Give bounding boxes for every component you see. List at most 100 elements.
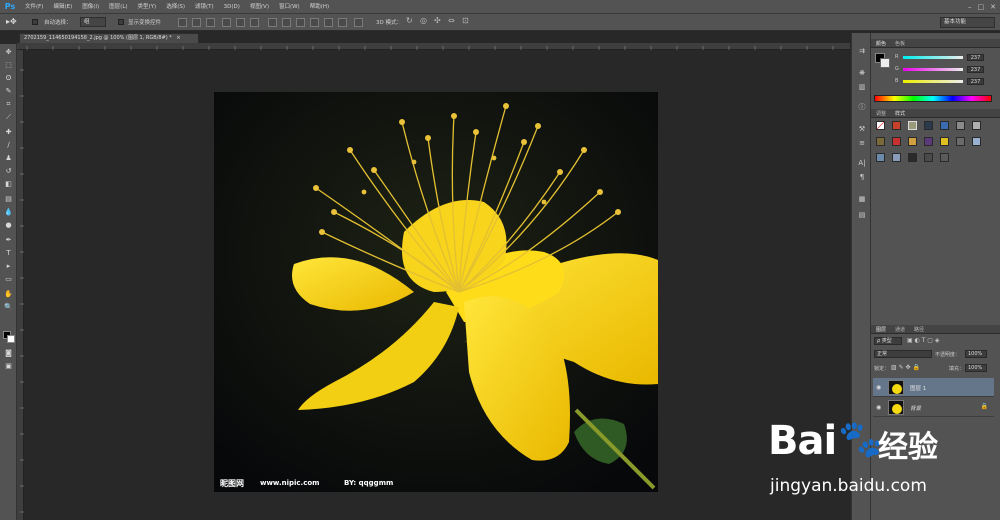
close-window-icon[interactable]: ✕ (990, 3, 996, 11)
style-swatch[interactable] (972, 137, 981, 146)
style-swatch[interactable] (972, 121, 981, 130)
style-swatch[interactable] (924, 121, 933, 130)
style-swatch[interactable] (876, 153, 885, 162)
fill-field[interactable]: 100% (965, 364, 987, 372)
distribute-vcenter-icon[interactable] (282, 18, 291, 27)
style-swatch[interactable] (956, 121, 965, 130)
history-panel-icon[interactable]: ⇉ (857, 47, 867, 56)
notes-panel-icon[interactable]: ▤ (857, 211, 867, 220)
character-panel-icon[interactable]: A| (857, 159, 867, 168)
align-vcenter-icon[interactable] (192, 18, 201, 27)
visibility-eye-icon[interactable]: ◉ (876, 384, 881, 391)
style-swatch[interactable] (956, 137, 965, 146)
distribute-right-icon[interactable] (338, 18, 347, 27)
minimize-icon[interactable]: – (968, 3, 972, 11)
histogram-panel-icon[interactable]: ▥ (857, 83, 867, 92)
align-left-icon[interactable] (222, 18, 231, 27)
eyedropper-tool-icon[interactable]: ⟋ (3, 113, 14, 122)
crop-tool-icon[interactable]: ⌗ (3, 100, 14, 109)
brush-tool-icon[interactable]: ∕ (3, 141, 14, 150)
3d-scale-icon[interactable]: ⊡ (462, 16, 469, 25)
show-transform-checkbox[interactable] (118, 19, 124, 25)
3d-rotate-icon[interactable]: ↻ (406, 16, 413, 25)
tab-color[interactable]: 颜色 (876, 40, 886, 47)
info-panel-icon[interactable]: ⓘ (857, 103, 867, 112)
layer-name[interactable]: 图层 1 (910, 384, 926, 392)
menu-filter[interactable]: 滤镜(T) (190, 0, 219, 14)
layer-comps-icon[interactable]: ▦ (857, 195, 867, 204)
background-color-swatch[interactable] (7, 335, 15, 343)
visibility-eye-icon[interactable]: ◉ (876, 404, 881, 411)
marquee-tool-icon[interactable]: ⬚ (3, 61, 14, 70)
menu-help[interactable]: 帮助(H) (305, 0, 334, 14)
filter-pixel-icon[interactable]: ▣ ◐ T ▢ ◈ (907, 337, 939, 344)
gradient-tool-icon[interactable]: ▤ (3, 195, 14, 204)
lock-options-icon[interactable]: ▨ ✎ ✥ 🔒 (891, 364, 920, 371)
properties-panel-icon[interactable]: ≡ (857, 139, 867, 148)
move-tool-preset-icon[interactable]: ▸✥ (6, 17, 20, 28)
b-value[interactable]: 237 (967, 78, 984, 85)
auto-select-dropdown[interactable]: 组 (80, 17, 106, 27)
tab-paths[interactable]: 路径 (914, 326, 924, 333)
style-swatch[interactable] (908, 137, 917, 146)
panel-background-swatch[interactable] (880, 58, 890, 68)
document-image[interactable]: 昵图网 www.nipic.com BY: qqggmm (214, 92, 658, 492)
3d-slide-icon[interactable]: ⇔ (448, 16, 455, 25)
tab-layers[interactable]: 图层 (876, 326, 886, 333)
style-swatch[interactable] (940, 137, 949, 146)
menu-view[interactable]: 视图(V) (245, 0, 274, 14)
layer-name[interactable]: 背景 (910, 404, 921, 412)
hand-tool-icon[interactable]: ✋ (3, 290, 14, 299)
align-top-icon[interactable] (178, 18, 187, 27)
style-swatch[interactable] (892, 121, 901, 130)
3d-drag-icon[interactable]: ✣ (434, 16, 441, 25)
menu-window[interactable]: 窗口(W) (274, 0, 305, 14)
style-swatch[interactable] (908, 153, 917, 162)
3d-roll-icon[interactable]: ◎ (420, 16, 427, 25)
menu-select[interactable]: 选择(S) (161, 0, 190, 14)
align-bottom-icon[interactable] (206, 18, 215, 27)
distribute-bottom-icon[interactable] (296, 18, 305, 27)
tab-swatches[interactable]: 色板 (895, 40, 905, 47)
distribute-top-icon[interactable] (268, 18, 277, 27)
lasso-tool-icon[interactable]: ʘ (3, 74, 14, 83)
style-swatch[interactable] (940, 153, 949, 162)
dodge-tool-icon[interactable]: ● (3, 221, 14, 230)
pen-tool-icon[interactable]: ✒ (3, 236, 14, 245)
distribute-hcenter-icon[interactable] (324, 18, 333, 27)
blur-tool-icon[interactable]: 💧 (3, 208, 14, 217)
type-tool-icon[interactable]: T (3, 249, 14, 258)
b-slider[interactable] (903, 80, 963, 83)
close-tab-icon[interactable]: × (176, 35, 180, 41)
g-slider[interactable] (903, 68, 963, 71)
blend-mode-dropdown[interactable]: 正常 (874, 350, 932, 358)
path-select-tool-icon[interactable]: ▸ (3, 262, 14, 271)
layer-kind-filter[interactable]: ρ 类型 (874, 337, 902, 345)
color-spectrum[interactable] (874, 95, 992, 102)
r-slider[interactable] (903, 56, 963, 59)
menu-layer[interactable]: 图层(L) (104, 0, 132, 14)
style-swatch[interactable] (908, 121, 917, 130)
brush-panel-icon[interactable]: ❋ (857, 69, 867, 78)
align-right-icon[interactable] (250, 18, 259, 27)
eraser-tool-icon[interactable]: ◧ (3, 180, 14, 189)
quick-select-tool-icon[interactable]: ✎ (3, 87, 14, 96)
distribute-left-icon[interactable] (310, 18, 319, 27)
style-swatch[interactable] (892, 137, 901, 146)
history-brush-tool-icon[interactable]: ↺ (3, 167, 14, 176)
layer-row-selected[interactable]: ◉ 图层 1 (873, 378, 994, 397)
tab-channels[interactable]: 通道 (895, 326, 905, 333)
menu-file[interactable]: 文件(F) (20, 0, 48, 14)
maximize-icon[interactable]: □ (978, 3, 985, 11)
screen-mode-icon[interactable]: ▣ (3, 362, 14, 371)
tool-presets-icon[interactable]: ⚒ (857, 125, 867, 134)
style-swatch[interactable] (876, 137, 885, 146)
move-tool-icon[interactable]: ✥ (3, 48, 14, 57)
paragraph-panel-icon[interactable]: ¶ (857, 173, 867, 182)
auto-align-icon[interactable] (354, 18, 363, 27)
zoom-tool-icon[interactable]: 🔍 (3, 303, 14, 312)
auto-select-checkbox[interactable] (32, 19, 38, 25)
style-swatch[interactable] (892, 153, 901, 162)
menu-3d[interactable]: 3D(D) (219, 0, 245, 14)
style-none-swatch[interactable] (876, 121, 885, 130)
